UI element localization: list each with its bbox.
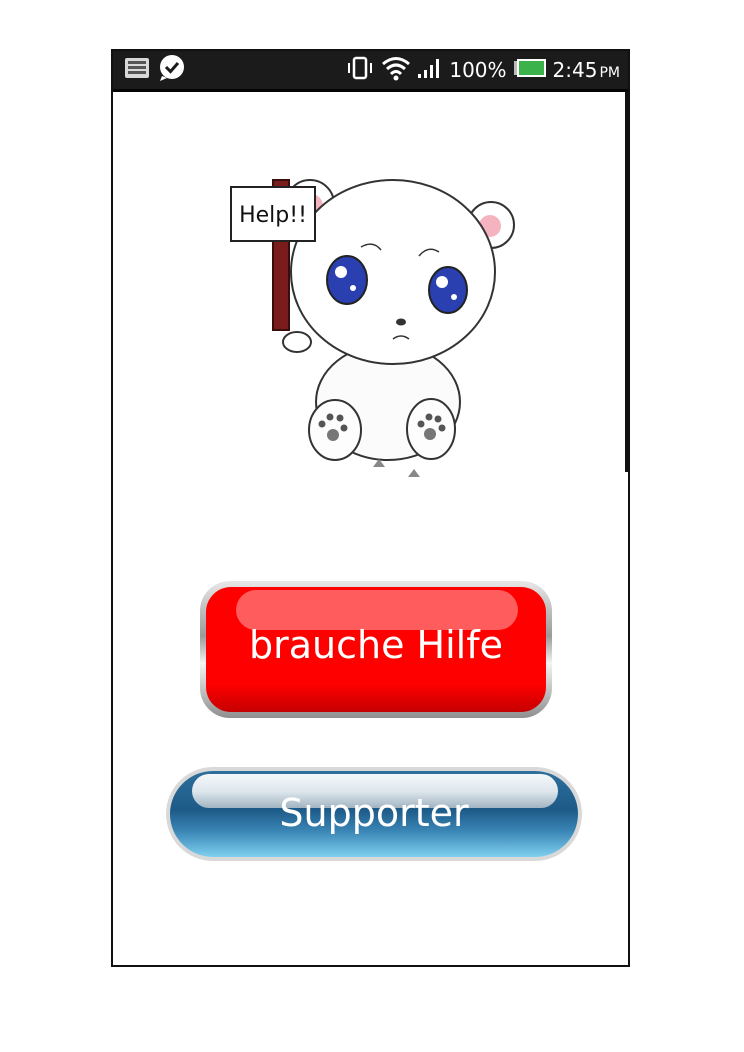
status-bar: 100% 2:45 PM — [113, 51, 628, 92]
signal-icon — [417, 57, 443, 84]
message-icon — [124, 57, 150, 83]
status-bar-notifications — [124, 55, 186, 83]
wifi-icon — [381, 55, 411, 86]
checkmark-bubble-icon — [158, 54, 186, 86]
main-content: Help!! brauche Hilfe Supporter — [113, 92, 628, 965]
clock-ampm: PM — [599, 65, 620, 81]
phone-frame: 100% 2:45 PM Help!! brauche Hilfe Suppor… — [111, 49, 630, 967]
status-bar-system: 100% 2:45 PM — [345, 51, 620, 89]
request-help-label: brauche Hilfe — [249, 623, 503, 667]
polar-bear-illustration: Help!! — [230, 179, 515, 477]
request-help-button-face: brauche Hilfe — [206, 587, 546, 712]
supporter-label: Supporter — [279, 791, 469, 835]
clock-time: 2:45 — [552, 58, 598, 82]
battery-icon — [513, 58, 547, 83]
sign-text: Help!! — [239, 203, 307, 228]
supporter-button[interactable]: Supporter — [166, 767, 582, 861]
vibrate-icon — [345, 56, 375, 85]
request-help-button[interactable]: brauche Hilfe — [200, 581, 552, 718]
battery-percent: 100% — [449, 58, 507, 82]
supporter-button-face: Supporter — [170, 771, 578, 857]
clock: 2:45 PM — [553, 58, 620, 82]
